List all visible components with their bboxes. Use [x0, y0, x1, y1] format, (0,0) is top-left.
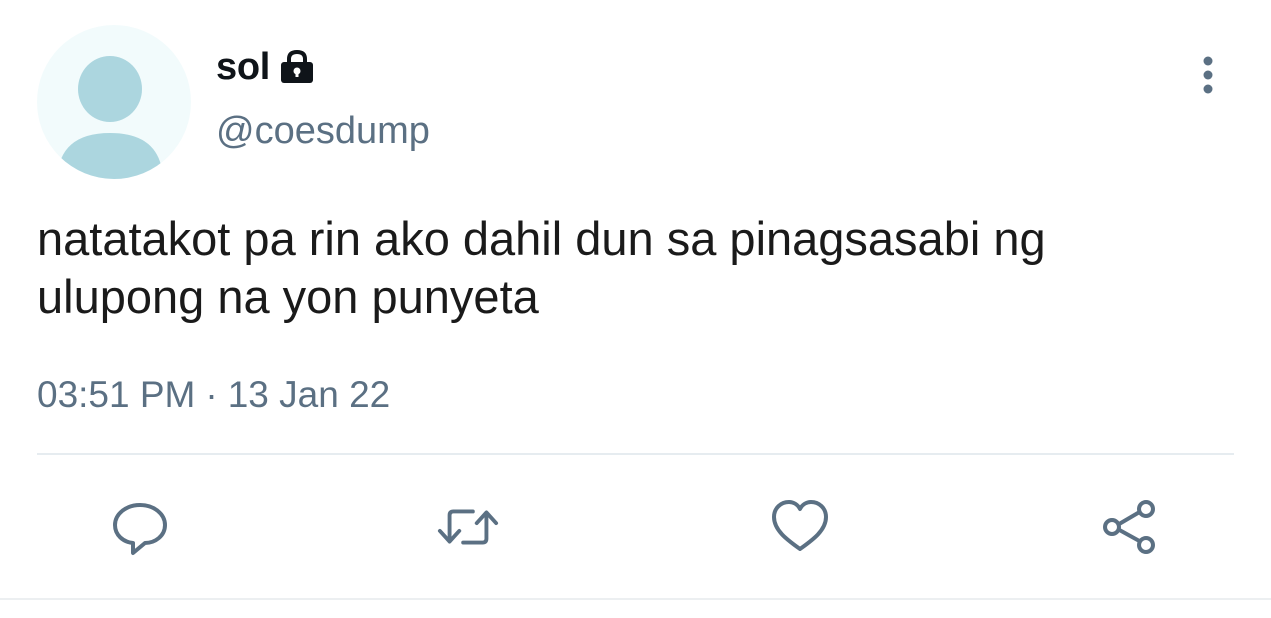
- avatar[interactable]: [37, 25, 191, 179]
- share-icon: [1103, 500, 1155, 554]
- retweet-button[interactable]: [436, 495, 500, 559]
- tweet-text: natatakot pa rin ako dahil dun sa pinags…: [37, 212, 1046, 323]
- reply-button[interactable]: [108, 495, 172, 559]
- tweet-timestamp[interactable]: 03:51 PM · 13 Jan 22: [37, 374, 390, 416]
- lock-icon: [278, 47, 316, 87]
- share-button[interactable]: [1098, 495, 1162, 559]
- divider: [37, 453, 1234, 455]
- like-button[interactable]: [768, 495, 832, 559]
- retweet-icon: [437, 509, 499, 545]
- default-profile-silhouette: [57, 56, 163, 179]
- bottom-divider: [0, 598, 1271, 600]
- tweet-time: 03:51 PM: [37, 374, 196, 415]
- display-name[interactable]: sol: [216, 46, 270, 89]
- more-options-button[interactable]: [1190, 52, 1226, 98]
- tweet-card: sol @coesdump natatakot pa rin ako dahil…: [0, 0, 1271, 618]
- heart-icon: [772, 500, 828, 551]
- author-name-row: sol: [216, 44, 316, 90]
- vertical-dots-icon: [1203, 56, 1213, 94]
- author-handle[interactable]: @coesdump: [216, 110, 430, 153]
- timestamp-separator: ·: [205, 374, 218, 415]
- speech-bubble-icon: [113, 503, 167, 555]
- tweet-date: 13 Jan 22: [227, 374, 391, 415]
